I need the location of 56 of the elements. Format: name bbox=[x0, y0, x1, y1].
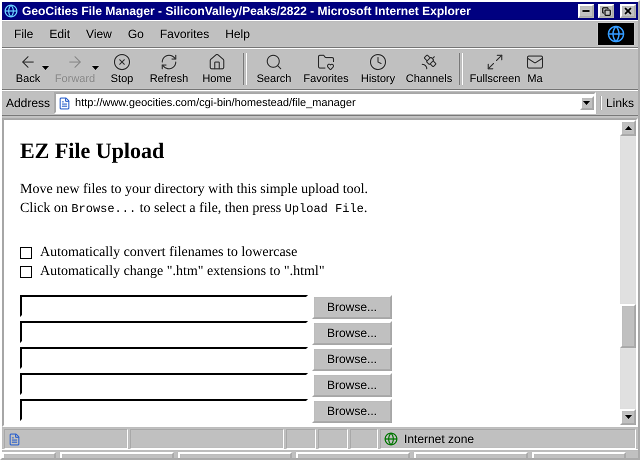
stop-button[interactable]: Stop bbox=[100, 50, 144, 88]
restore-button[interactable] bbox=[598, 4, 614, 18]
window-title: GeoCities File Manager - SiliconValley/Peaks/2822 - Microsoft Internet Explorer bbox=[22, 4, 472, 18]
intro-text: Move new files to your directory with this simple upload tool. bbox=[20, 181, 370, 199]
stop-icon bbox=[113, 53, 131, 71]
clock-icon bbox=[369, 53, 387, 71]
browse-button[interactable]: Browse... bbox=[312, 321, 392, 345]
mail-button[interactable]: Ma bbox=[524, 50, 546, 88]
option-label: Automatically convert filenames to lowercase bbox=[40, 244, 298, 260]
search-icon bbox=[265, 53, 283, 71]
dropdown-arrow-icon[interactable] bbox=[42, 66, 49, 70]
menu-item[interactable]: View bbox=[78, 23, 120, 45]
vertical-scrollbar[interactable] bbox=[620, 120, 636, 425]
minimize-button[interactable] bbox=[578, 4, 594, 18]
menu-item[interactable]: Edit bbox=[41, 23, 78, 45]
browse-button[interactable]: Browse... bbox=[312, 373, 392, 397]
page-icon bbox=[8, 432, 21, 446]
close-icon bbox=[623, 6, 633, 16]
dropdown-arrow-icon[interactable] bbox=[583, 101, 590, 105]
refresh-icon bbox=[160, 53, 178, 71]
option-label: Automatically change ".htm" extensions to ".html" bbox=[40, 264, 325, 280]
channels-button[interactable]: Channels bbox=[402, 50, 456, 88]
scroll-up-icon[interactable] bbox=[624, 126, 632, 130]
scroll-down-icon[interactable] bbox=[624, 415, 632, 419]
menu-item[interactable]: Help bbox=[217, 23, 258, 45]
mail-icon bbox=[526, 53, 544, 71]
checkbox[interactable] bbox=[20, 266, 32, 278]
intro-text: Click on Browse... to select a file, then press Upload File. bbox=[20, 200, 368, 218]
browse-button[interactable]: Browse... bbox=[312, 347, 392, 371]
restore-icon bbox=[602, 6, 610, 16]
page-icon bbox=[58, 96, 72, 110]
browse-button[interactable]: Browse... bbox=[312, 295, 392, 319]
page-heading: EZ File Upload bbox=[20, 138, 166, 164]
back-button[interactable]: Back bbox=[6, 50, 50, 88]
close-button[interactable] bbox=[620, 4, 636, 18]
search-button[interactable]: Search bbox=[250, 50, 298, 88]
globe-icon bbox=[384, 432, 398, 446]
folder-icon bbox=[317, 53, 335, 71]
browse-button[interactable]: Browse... bbox=[312, 399, 392, 423]
menu-item[interactable]: File bbox=[6, 23, 42, 45]
address-field[interactable]: http://www.geocities.com/cgi-bin/homestead/file_manager bbox=[54, 92, 596, 114]
favorites-button[interactable]: Favorites bbox=[298, 50, 354, 88]
home-icon bbox=[208, 53, 226, 71]
fullscreen-button[interactable]: Fullscreen bbox=[466, 50, 524, 88]
scroll-thumb[interactable] bbox=[620, 304, 636, 348]
satellite-icon bbox=[420, 53, 438, 71]
home-button[interactable]: Home bbox=[194, 50, 240, 88]
refresh-button[interactable]: Refresh bbox=[144, 50, 194, 88]
menu-item[interactable]: Go bbox=[120, 23, 152, 45]
checkbox[interactable] bbox=[20, 246, 32, 258]
links-label[interactable]: Links bbox=[600, 96, 634, 110]
window-icon bbox=[486, 53, 504, 71]
address-label: Address bbox=[6, 96, 50, 110]
menu-item[interactable]: Favorites bbox=[152, 23, 218, 45]
history-button[interactable]: History bbox=[354, 50, 402, 88]
zone-label: Internet zone bbox=[404, 432, 474, 446]
